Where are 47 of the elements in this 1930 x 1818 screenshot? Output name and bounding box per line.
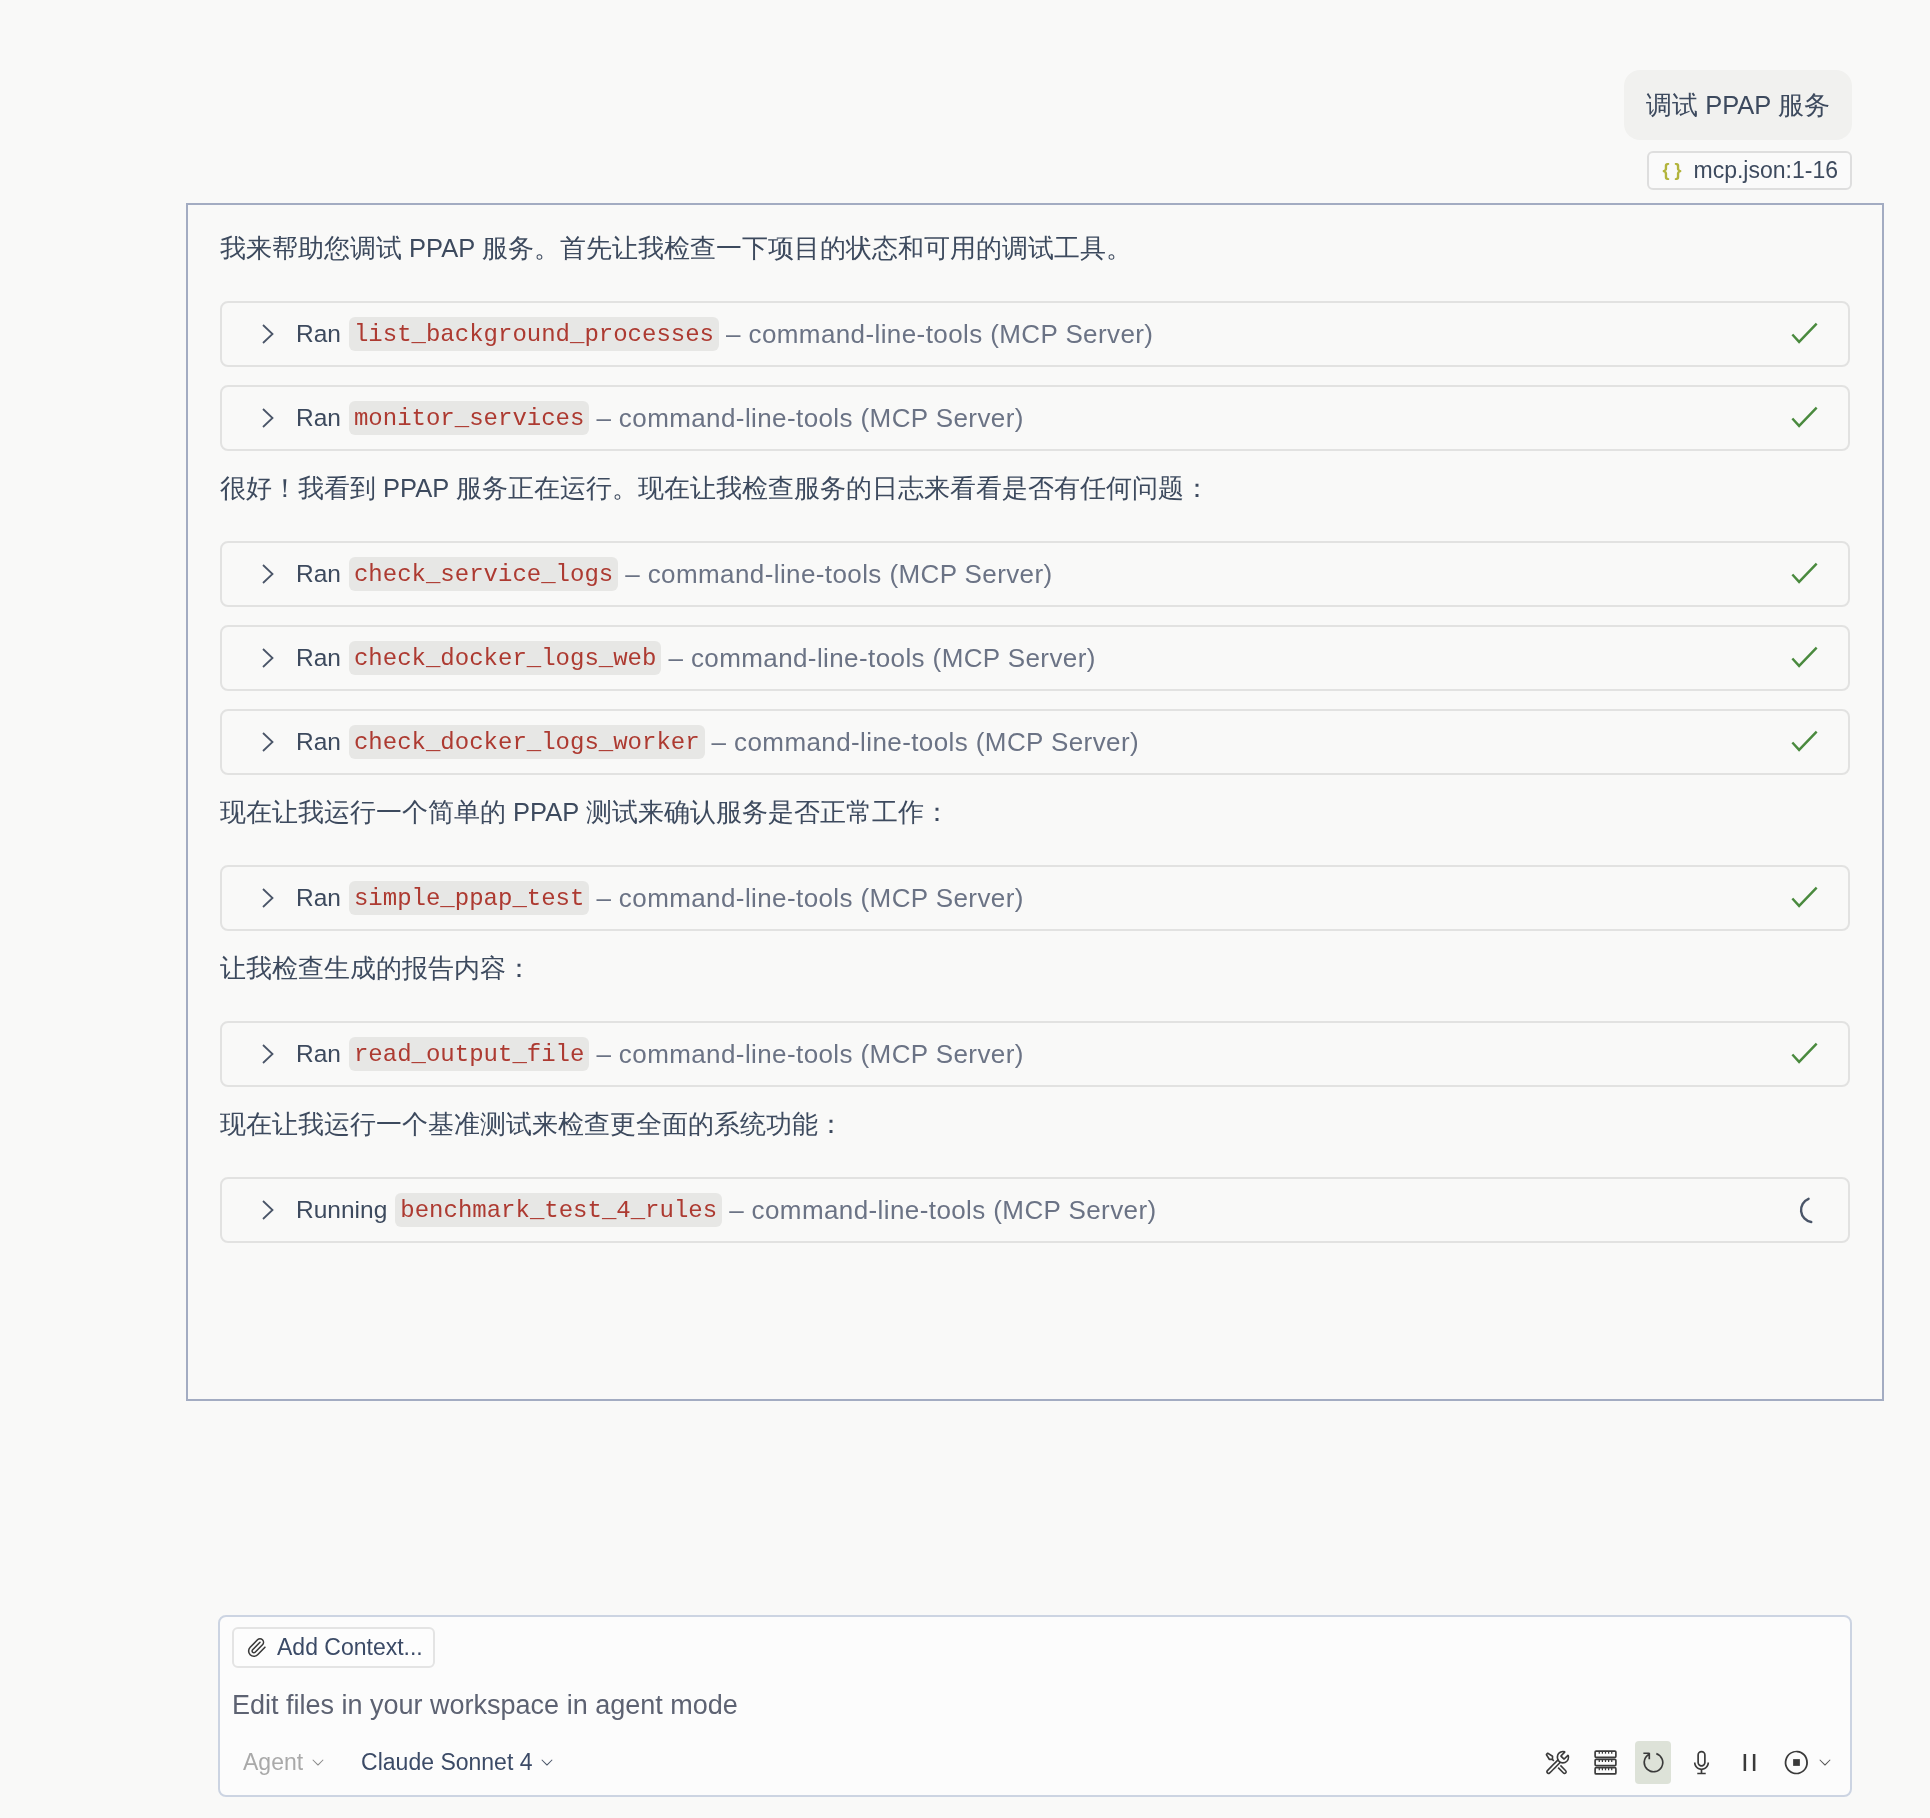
- model-dropdown[interactable]: Claude Sonnet 4: [355, 1742, 563, 1782]
- tool-name-code: check_docker_logs_worker: [348, 725, 705, 759]
- tool-status-label: Ran: [296, 884, 341, 912]
- tool-call-row[interactable]: Ran simple_ppap_test – command-line-tools (MCP Server): [220, 865, 1850, 931]
- file-attachment-chip[interactable]: { } mcp.json:1-16: [1646, 151, 1852, 190]
- tool-call-row[interactable]: Ran monitor_services – command-line-tools (MCP Server): [220, 385, 1850, 451]
- tool-call-row[interactable]: Ran check_docker_logs_worker – command-line-tools (MCP Server): [220, 709, 1850, 775]
- tool-status-label: Running: [296, 1196, 388, 1224]
- tool-status-label: Ran: [296, 644, 341, 672]
- assistant-message-text: 我来帮助您调试 PPAP 服务。首先让我检查一下项目的状态和可用的调试工具。: [220, 233, 1133, 264]
- tool-status-label: Ran: [296, 1040, 341, 1068]
- assistant-message-text: 很好！我看到 PPAP 服务正在运行。现在让我检查服务的日志来看看是否有任何问题：: [220, 473, 1211, 504]
- assistant-message-text: 让我检查生成的报告内容：: [220, 953, 533, 984]
- tool-call-row[interactable]: Ran list_background_processes – command-line-tools (MCP Server): [220, 301, 1850, 367]
- assistant-message-text: 现在让我运行一个基准测试来检查更全面的系统功能：: [220, 1109, 845, 1140]
- tool-status-label: Ran: [296, 404, 341, 432]
- tool-name-code: check_service_logs: [348, 557, 619, 591]
- tool-status-label: Ran: [296, 560, 341, 588]
- tool-name-code: read_output_file: [348, 1037, 590, 1071]
- tool-name-code: monitor_services: [348, 401, 590, 435]
- tool-name-code: simple_ppap_test: [348, 881, 590, 915]
- json-braces-icon: { }: [1662, 160, 1682, 181]
- tools-icon: [1543, 1748, 1571, 1776]
- message-input[interactable]: Edit files in your workspace in agent mode: [232, 1685, 1838, 1725]
- tool-server-label: – command-line-tools (MCP Server): [729, 1194, 1157, 1226]
- tool-status-label: Ran: [296, 320, 341, 348]
- tool-server-label: – command-line-tools (MCP Server): [711, 726, 1139, 758]
- tool-server-label: – command-line-tools (MCP Server): [596, 1038, 1024, 1070]
- tool-name-code: list_background_processes: [348, 317, 719, 351]
- paperclip-icon: [246, 1637, 267, 1658]
- tool-server-label: – command-line-tools (MCP Server): [596, 882, 1024, 914]
- tool-status-label: Ran: [296, 728, 341, 756]
- tool-server-label: – command-line-tools (MCP Server): [596, 402, 1024, 434]
- add-context-button[interactable]: Add Context...: [232, 1627, 435, 1668]
- tool-call-row[interactable]: Ran read_output_file – command-line-tools (MCP Server): [220, 1021, 1850, 1087]
- tool-call-row[interactable]: Running benchmark_test_4_rules – command-line-tools (MCP Server): [220, 1177, 1850, 1243]
- ruler-stack-icon: [1591, 1748, 1619, 1776]
- assistant-message-text: 现在让我运行一个简单的 PPAP 测试来确认服务是否正常工作：: [220, 797, 951, 828]
- tool-name-code: check_docker_logs_web: [348, 641, 662, 675]
- tool-name-code: benchmark_test_4_rules: [395, 1193, 723, 1227]
- refresh-button[interactable]: [1635, 1740, 1671, 1784]
- tool-server-label: – command-line-tools (MCP Server): [668, 642, 1096, 674]
- tool-call-row[interactable]: Ran check_service_logs – command-line-tools (MCP Server): [220, 541, 1850, 607]
- tool-call-row[interactable]: Ran check_docker_logs_web – command-line-tools (MCP Server): [220, 625, 1850, 691]
- tool-server-label: – command-line-tools (MCP Server): [625, 558, 1053, 590]
- user-message-bubble: 调试 PPAP 服务: [1624, 70, 1852, 140]
- tool-server-label: – command-line-tools (MCP Server): [726, 318, 1154, 350]
